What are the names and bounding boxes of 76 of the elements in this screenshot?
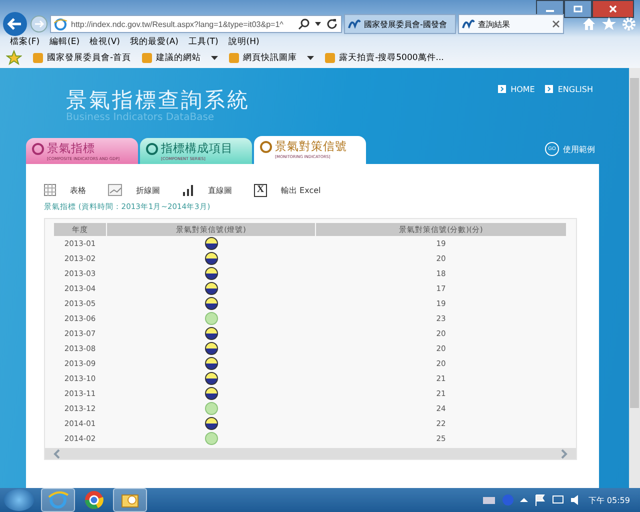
close-icon (552, 20, 560, 28)
caret-icon[interactable] (211, 56, 218, 60)
vertical-scrollbar[interactable] (629, 68, 640, 488)
close-button[interactable] (592, 0, 634, 18)
close-icon (608, 5, 618, 13)
site-title: 景氣指標查詢系統 (66, 87, 250, 112)
caret-icon (520, 497, 528, 503)
table-icon (44, 184, 56, 196)
signal-light-icon (204, 267, 218, 280)
toolbar-button[interactable]: X 輸出 Excel (254, 180, 321, 200)
signal-light-icon (204, 357, 218, 370)
signal-light-icon (204, 372, 218, 385)
settings-icon[interactable] (621, 16, 637, 32)
page-icon (462, 18, 475, 30)
bookmark-icon (141, 52, 154, 64)
page-icon (348, 18, 361, 30)
arrow-icon (498, 85, 506, 93)
back-button[interactable] (2, 11, 28, 37)
favorites-star-icon[interactable] (6, 50, 22, 66)
signal-light-icon (204, 297, 218, 310)
toolbar-button[interactable]: 表格 (44, 180, 86, 200)
browser-tab[interactable]: 國家發展委員會-國發會 (344, 14, 456, 34)
header-link[interactable]: ENGLISH (544, 84, 593, 94)
header-link[interactable]: HOME (498, 84, 535, 94)
site-subtitle: Business Indicators DataBase (66, 112, 216, 123)
favorite-label: 建議的網站 (156, 52, 202, 64)
help-icon (502, 494, 514, 506)
excel-icon: X (254, 184, 267, 196)
bookmark-icon (324, 52, 336, 64)
taskbar-clock: 下午 05:59 (588, 494, 630, 506)
menu-item[interactable]: 檔案(F) (10, 36, 40, 48)
start-button[interactable] (4, 489, 34, 511)
browser-tab[interactable]: 查詢結果 (458, 14, 564, 34)
flag-icon (534, 494, 546, 506)
signal-light-icon (204, 252, 218, 265)
signal-light-icon (204, 237, 218, 250)
menu-item[interactable]: 編輯(E) (50, 36, 80, 48)
signal-light-icon (204, 282, 218, 295)
menu-item[interactable]: 檢視(V) (90, 36, 120, 48)
favorite-link[interactable]: 建議的網站 (141, 52, 202, 64)
caret-icon[interactable] (307, 56, 314, 60)
favorite-link[interactable]: 網頁快訊圖庫 (228, 52, 298, 64)
maximize-button[interactable] (564, 0, 592, 18)
signal-light-icon (204, 342, 218, 355)
bar-chart-icon (182, 184, 194, 196)
network-icon (552, 494, 564, 506)
star-icon[interactable] (601, 16, 617, 32)
address-bar[interactable]: http://index.ndc.gov.tw/Result.aspx?lang=1&type=it03&p=1^ (50, 15, 342, 33)
browser-logo-icon (83, 489, 105, 511)
signal-light-icon (204, 387, 218, 400)
signal-light-icon (204, 402, 218, 415)
signal-light-icon (204, 327, 218, 340)
menu-item[interactable]: 工具(T) (188, 36, 218, 48)
menu-item[interactable]: 說明(H) (228, 36, 260, 48)
menu-item[interactable]: 我的最愛(A) (130, 36, 178, 48)
search-icon (298, 18, 310, 30)
line-chart-icon (108, 184, 122, 196)
bookmark-icon (228, 52, 240, 64)
tray-icon (482, 494, 496, 506)
maximize-icon (573, 5, 583, 13)
toolbar-button[interactable]: 直線圖 (182, 180, 232, 200)
ie-logo-icon (47, 489, 69, 511)
signal-light-icon (204, 432, 218, 445)
favorite-link[interactable]: 國家發展委員會-首頁 (32, 52, 132, 64)
ie-page-icon (54, 18, 67, 30)
caret-icon (314, 21, 322, 27)
arrow-icon (544, 85, 553, 93)
taskbar-button[interactable] (113, 488, 147, 512)
signal-light-icon (204, 312, 218, 325)
bookmark-icon (32, 52, 44, 64)
refresh-icon (326, 18, 338, 30)
signal-light-icon (204, 417, 218, 430)
home-icon[interactable] (581, 16, 597, 32)
favorite-label: 網頁快訊圖庫 (243, 52, 298, 64)
toolbar-button[interactable]: 折線圖 (108, 180, 160, 200)
favorite-label: 國家發展委員會-首頁 (47, 52, 132, 64)
